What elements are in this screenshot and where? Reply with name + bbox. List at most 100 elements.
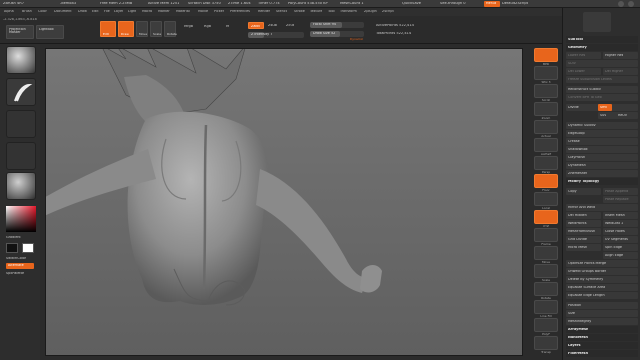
menu-marker[interactable]: Marker — [158, 10, 170, 13]
position-header[interactable]: Position — [566, 302, 638, 309]
menu-zplugin[interactable]: Zplugin — [364, 10, 377, 13]
fibermesh-header[interactable]: FiberMesh — [566, 350, 638, 357]
unweld-groups-button[interactable]: Unweld Groups Border — [566, 268, 638, 275]
m-toggle[interactable]: M — [226, 25, 229, 29]
equalize-edge-button[interactable]: Equalize Edge Length — [566, 292, 638, 299]
polyf-button[interactable]: PolyF — [534, 318, 558, 336]
bpr-button[interactable]: BPR — [534, 48, 558, 66]
floor-button[interactable]: Floor — [534, 174, 558, 192]
quicksave-button[interactable]: QuickSave — [402, 2, 421, 6]
texture-thumbnail[interactable] — [6, 142, 36, 170]
mesh-from-brush-button[interactable]: MeshFromBrush — [566, 228, 601, 235]
rotate-view-button[interactable]: Rotate — [534, 282, 558, 300]
alternate-button[interactable]: Alternate — [6, 263, 34, 269]
frame-button[interactable]: Frame — [534, 228, 558, 246]
menu-preferences[interactable]: Preferences — [230, 10, 250, 13]
spix-button[interactable]: SPix 3 — [534, 66, 558, 84]
rgb-toggle[interactable]: Rgb — [204, 25, 211, 29]
menu-render[interactable]: Render — [258, 10, 270, 13]
draw-size-slider[interactable]: Draw Size 52 — [310, 31, 364, 37]
stroke-thumbnail[interactable] — [6, 78, 36, 106]
crease-header[interactable]: Crease — [566, 138, 638, 145]
lower-res-button[interactable]: Lower Res — [566, 52, 601, 59]
transp-button[interactable]: Transp — [534, 336, 558, 354]
main-color-swatch[interactable] — [22, 243, 34, 253]
paste-append-button[interactable]: Paste Append — [603, 188, 638, 195]
grid-divide-button[interactable]: Grid Divide — [566, 236, 601, 243]
claypolish-header[interactable]: ClayPolish — [566, 154, 638, 161]
mrgb-toggle[interactable]: Mrgb — [184, 25, 193, 29]
menu-zscript[interactable]: Zscript — [382, 10, 394, 13]
close-holes-button[interactable]: Close Holes — [603, 228, 638, 235]
freeze-subdivision-button[interactable]: Freeze SubDivision Levels — [566, 76, 638, 83]
menu-texture[interactable]: Texture — [310, 10, 322, 13]
menu-macro[interactable]: Macro — [142, 10, 152, 13]
draw-button[interactable]: Draw — [118, 21, 134, 37]
rotate-button[interactable]: Rotate — [164, 21, 177, 37]
menu-material[interactable]: Material — [176, 10, 190, 13]
scale-button[interactable]: Scale — [150, 21, 162, 37]
layers-header[interactable]: Layers — [566, 342, 638, 349]
reconstruct-subdiv-button[interactable]: Reconstruct Subdiv — [566, 86, 638, 93]
menu-file[interactable]: File — [104, 10, 110, 13]
equalize-surface-button[interactable]: Equalize Surface Area — [566, 284, 638, 291]
copy-button[interactable]: Copy — [566, 188, 601, 195]
zremesher-header[interactable]: ZRemesher — [566, 170, 638, 177]
size-header[interactable]: Size — [566, 310, 638, 317]
close-icon[interactable] — [628, 1, 634, 7]
local-button[interactable]: Local — [534, 192, 558, 210]
zadd-button[interactable]: Zadd — [248, 22, 264, 29]
uv-segments-slider[interactable]: UV Segments — [603, 236, 638, 243]
menu-movie[interactable]: Movie — [198, 10, 208, 13]
tool-thumbnail[interactable] — [583, 12, 611, 32]
minimize-icon[interactable] — [618, 1, 624, 7]
paste-replace-button[interactable]: Paste Replace — [603, 196, 638, 203]
3d-viewport[interactable] — [42, 44, 523, 356]
spxpalette-button[interactable]: SpxPalette — [6, 272, 24, 275]
subtool-header[interactable]: SubTool — [566, 36, 638, 43]
zsub-toggle[interactable]: Zsub — [268, 24, 277, 28]
see-through-slider[interactable]: See-through 0 — [440, 2, 466, 6]
menu-light[interactable]: Light — [128, 10, 136, 13]
divide-button[interactable]: Divide Smt — [566, 104, 638, 111]
brush-thumbnail[interactable] — [6, 46, 36, 74]
persp-button[interactable]: Persp — [534, 156, 558, 174]
dynamic-subdiv-header[interactable]: Dynamic Subdiv — [566, 122, 638, 129]
gradient-label[interactable]: Gradient — [6, 236, 21, 239]
secondary-color-swatch[interactable] — [6, 243, 18, 253]
shadowbox-header[interactable]: ShadowBox — [566, 146, 638, 153]
menu-draw[interactable]: Draw — [78, 10, 87, 13]
projection-master-button[interactable]: Projection Master — [6, 25, 34, 39]
align-edge-button[interactable]: Align Edge — [603, 252, 638, 259]
zoom-button[interactable]: Zoom — [534, 102, 558, 120]
edgeloop-header[interactable]: EdgeLoop — [566, 130, 638, 137]
higher-res-button[interactable]: Higher Res — [603, 52, 638, 59]
arraymesh-header[interactable]: ArrayMesh — [566, 326, 638, 333]
zcut-toggle[interactable]: Zcut — [286, 24, 294, 28]
sdiv-slider[interactable]: SDiv — [566, 60, 638, 67]
focal-shift-slider[interactable]: Focal Shift 94 — [310, 22, 364, 28]
menu-transform[interactable]: Transform — [340, 10, 357, 13]
menu-tool[interactable]: Tool — [328, 10, 335, 13]
linefill-button[interactable]: Line Fill — [534, 300, 558, 318]
default-zscript-button[interactable]: DefaultZScript — [502, 2, 528, 6]
xyz-button[interactable]: XYZ — [534, 210, 558, 228]
menu-brush[interactable]: Brush — [22, 10, 32, 13]
material-thumbnail[interactable] — [6, 172, 36, 200]
micro-mesh-button[interactable]: Micro Mesh — [566, 244, 601, 251]
move-view-button[interactable]: Move — [534, 246, 558, 264]
geometry-header[interactable]: Geometry — [566, 44, 638, 51]
actual-button[interactable]: Actual — [534, 120, 558, 138]
weld-dist-slider[interactable]: WeldDist 1 — [603, 220, 638, 227]
scroll-button[interactable]: Scroll — [534, 84, 558, 102]
modify-topology-header[interactable]: Modify Topology — [566, 178, 638, 185]
nanomesh-header[interactable]: NanoMesh — [566, 334, 638, 341]
meshintegrity-header[interactable]: MeshIntegrity — [566, 318, 638, 325]
lightbox-button[interactable]: LightBox — [36, 25, 64, 39]
convert-bpr-button[interactable]: Convert BPR To Geo — [566, 94, 638, 101]
menu-color[interactable]: Color — [38, 10, 47, 13]
menu-layer[interactable]: Layer — [114, 10, 123, 13]
menu-alpha[interactable]: Alpha — [4, 10, 14, 13]
menu-edit[interactable]: Edit — [92, 10, 99, 13]
color-picker[interactable] — [6, 206, 36, 232]
